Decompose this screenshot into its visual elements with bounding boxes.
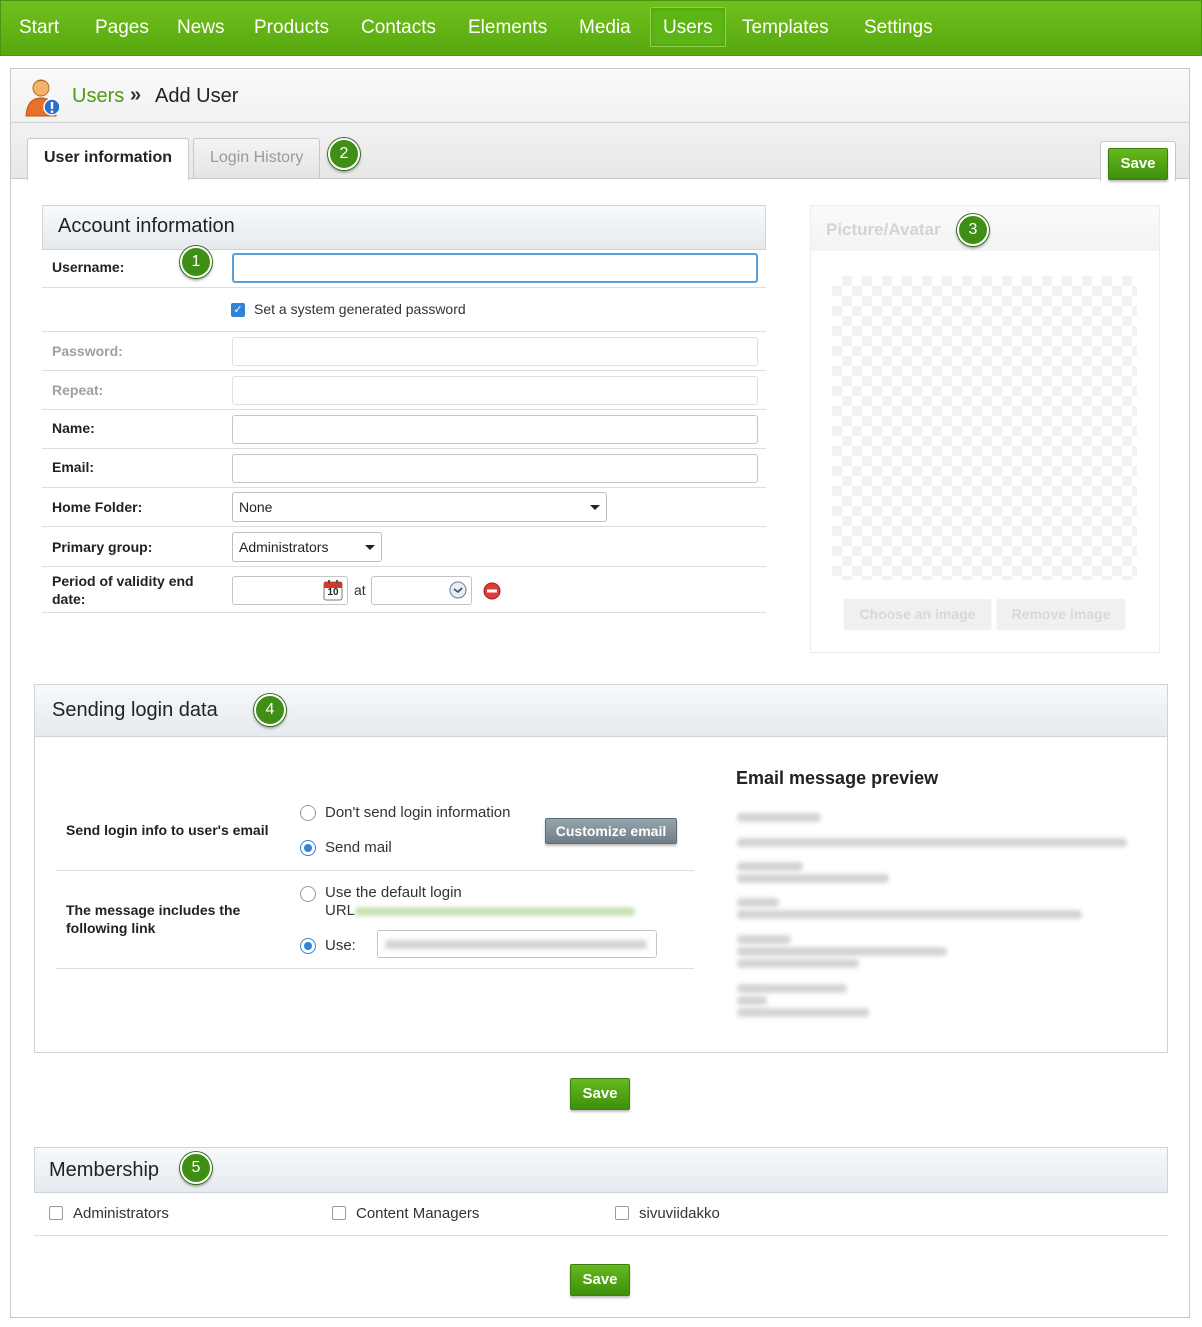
account-section-header: Account information	[42, 205, 766, 250]
message-link-label: The message includes the following link	[66, 902, 241, 936]
row-divider	[42, 287, 766, 288]
callout-badge-3: 3	[957, 214, 989, 246]
nav-pages[interactable]: Pages	[95, 1, 149, 55]
row-divider	[42, 448, 766, 449]
email-preview-title: Email message preview	[736, 768, 939, 788]
group-sivuviidakko-label: sivuviidakko	[639, 1205, 720, 1222]
sending-section-header: Sending login data	[34, 684, 1168, 737]
group-administrators-checkbox[interactable]	[49, 1206, 63, 1220]
row-divider	[42, 409, 766, 410]
send-mail-radio[interactable]	[300, 840, 316, 856]
remove-image-button[interactable]: Remove image	[997, 599, 1125, 629]
default-login-url-blurred	[355, 907, 635, 916]
row-divider	[42, 566, 766, 567]
use-custom-radio[interactable]	[300, 938, 316, 954]
username-label: Username:	[52, 259, 125, 275]
nav-templates[interactable]: Templates	[742, 1, 829, 55]
save-button-top[interactable]: Save	[1108, 148, 1168, 180]
nav-media[interactable]: Media	[579, 1, 631, 55]
nav-contacts[interactable]: Contacts	[361, 1, 436, 55]
group-administrators-label: Administrators	[73, 1205, 169, 1222]
password-input[interactable]	[232, 337, 758, 366]
home-folder-value: None	[239, 499, 273, 515]
primary-group-value: Administrators	[239, 539, 329, 555]
row-divider	[34, 1235, 1168, 1236]
clear-date-icon[interactable]	[483, 582, 501, 600]
row-divider	[42, 370, 766, 371]
password-label: Password:	[52, 343, 123, 359]
nav-elements[interactable]: Elements	[468, 1, 547, 55]
name-label: Name:	[52, 420, 95, 436]
callout-badge-5: 5	[180, 1152, 212, 1184]
email-input[interactable]	[232, 454, 758, 483]
row-divider	[56, 968, 694, 969]
dont-send-radio[interactable]	[300, 805, 316, 821]
primary-group-select[interactable]: Administrators	[232, 532, 382, 562]
group-content-managers-checkbox[interactable]	[332, 1206, 346, 1220]
home-folder-label: Home Folder:	[52, 499, 143, 515]
group-sivuviidakko-checkbox[interactable]	[615, 1206, 629, 1220]
dont-send-label: Don't send login information	[325, 804, 511, 821]
system-password-label: Set a system generated password	[254, 301, 466, 317]
validity-date-label: Period of validity end date:	[52, 573, 194, 607]
send-mail-label: Send mail	[325, 839, 392, 856]
clock-icon[interactable]	[449, 581, 467, 599]
callout-badge-4: 4	[254, 694, 286, 726]
save-button-middle[interactable]: Save	[570, 1078, 630, 1110]
chevron-down-icon	[365, 545, 375, 550]
users-icon	[24, 76, 62, 118]
nav-users[interactable]: Users	[650, 7, 726, 47]
tab-login-history[interactable]: Login History	[193, 138, 321, 178]
custom-url-value-blurred	[385, 940, 647, 949]
username-input[interactable]	[232, 253, 758, 283]
primary-group-label: Primary group:	[52, 539, 153, 555]
use-label: Use:	[325, 937, 356, 954]
page-title: Add User	[155, 85, 239, 107]
avatar-placeholder-image	[832, 276, 1137, 580]
nav-products[interactable]: Products	[254, 1, 329, 55]
row-divider	[42, 526, 766, 527]
default-login-label: Use the default login	[325, 884, 462, 901]
sending-login-panel	[34, 684, 1168, 1053]
group-content-managers-label: Content Managers	[356, 1205, 480, 1222]
at-label: at	[354, 582, 366, 598]
row-divider	[42, 487, 766, 488]
save-button-bottom[interactable]: Save	[570, 1264, 630, 1296]
calendar-day: 10	[327, 587, 339, 598]
row-divider	[42, 331, 766, 332]
customize-email-button[interactable]: Customize email	[545, 818, 677, 844]
url-prefix: URL	[325, 902, 356, 919]
breadcrumb-users[interactable]: Users	[72, 85, 124, 108]
send-login-info-label: Send login info to user's email	[66, 822, 269, 838]
choose-image-button[interactable]: Choose an image	[844, 599, 991, 629]
nav-start[interactable]: Start	[19, 1, 59, 55]
breadcrumb-separator: »	[130, 84, 142, 106]
row-divider	[42, 612, 766, 613]
top-navigation: Start Pages News Products Contacts Eleme…	[0, 0, 1202, 56]
chevron-down-icon	[590, 505, 600, 510]
callout-badge-1: 1	[180, 246, 212, 278]
home-folder-select[interactable]: None	[232, 492, 607, 522]
repeat-password-input[interactable]	[232, 376, 758, 405]
row-divider	[56, 870, 694, 871]
default-login-radio[interactable]	[300, 886, 316, 902]
calendar-icon[interactable]: 10	[323, 580, 343, 601]
callout-badge-2: 2	[328, 138, 360, 170]
name-input[interactable]	[232, 415, 758, 444]
avatar-title: Picture/Avatar	[826, 220, 941, 239]
tab-user-information[interactable]: User information	[27, 138, 190, 180]
nav-settings[interactable]: Settings	[864, 1, 933, 55]
nav-news[interactable]: News	[177, 1, 225, 55]
header-divider	[11, 122, 1189, 123]
email-label: Email:	[52, 459, 95, 475]
system-password-checkbox[interactable]: ✓	[231, 303, 245, 317]
repeat-password-label: Repeat:	[52, 382, 104, 398]
